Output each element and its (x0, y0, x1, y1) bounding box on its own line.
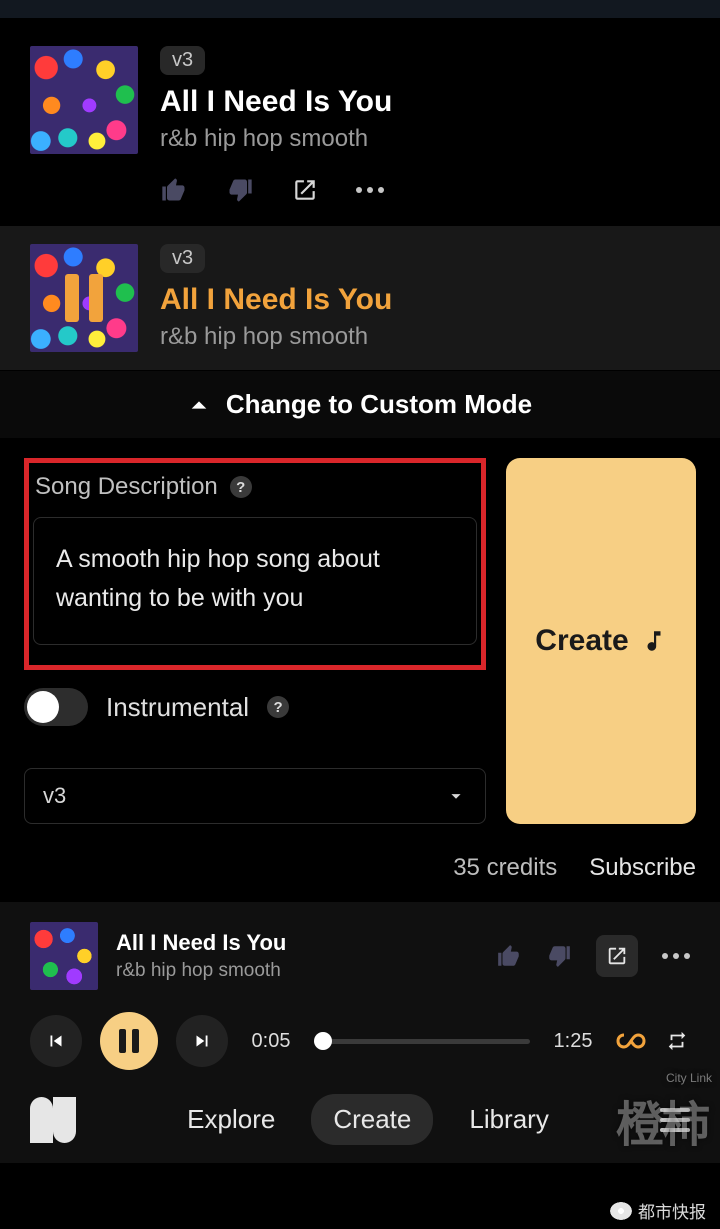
music-note-icon (641, 628, 667, 654)
nav-create[interactable]: Create (311, 1094, 433, 1145)
nav-library[interactable]: Library (447, 1094, 570, 1145)
now-playing-tags: r&b hip hop smooth (116, 960, 478, 982)
create-button-label: Create (535, 624, 628, 658)
help-icon[interactable]: ? (230, 476, 252, 498)
highlight-song-description: Song Description ? A smooth hip hop song… (24, 458, 486, 670)
song-tags: r&b hip hop smooth (160, 125, 690, 153)
menu-icon[interactable] (660, 1108, 690, 1132)
version-badge: v3 (160, 46, 205, 75)
credits-text: 35 credits (453, 854, 557, 882)
create-button[interactable]: Create (506, 458, 696, 824)
song-title: All I Need Is You (160, 283, 690, 317)
weibo-icon (610, 1202, 632, 1220)
previous-button[interactable] (30, 1015, 82, 1067)
thumbs-down-icon[interactable] (546, 943, 572, 969)
now-playing-cover[interactable] (30, 922, 98, 990)
song-card[interactable]: v3 All I Need Is You r&b hip hop smooth (0, 18, 720, 168)
album-cover[interactable] (30, 244, 138, 352)
repeat-icon[interactable] (664, 1030, 690, 1052)
current-time: 0:05 (246, 1030, 296, 1053)
version-selected-value: v3 (43, 783, 66, 809)
source-attribution: 都市快报 (610, 1198, 706, 1223)
thumbs-down-icon[interactable] (226, 176, 254, 204)
version-badge: v3 (160, 244, 205, 273)
chevron-up-icon (188, 394, 210, 416)
skip-next-icon (191, 1030, 213, 1052)
now-playing-title: All I Need Is You (116, 930, 478, 956)
instrumental-toggle[interactable] (24, 688, 88, 726)
seek-thumb[interactable] (314, 1032, 332, 1050)
duration: 1:25 (548, 1030, 598, 1053)
album-cover[interactable] (30, 46, 138, 154)
thumbs-up-icon[interactable] (160, 176, 188, 204)
app-logo-icon[interactable] (30, 1097, 76, 1143)
thumbs-up-icon[interactable] (496, 943, 522, 969)
share-button[interactable] (596, 935, 638, 977)
subscribe-link[interactable]: Subscribe (589, 854, 696, 882)
pause-icon (119, 1029, 139, 1053)
song-tags: r&b hip hop smooth (160, 323, 690, 351)
custom-mode-label: Change to Custom Mode (226, 389, 532, 420)
song-description-input[interactable]: A smooth hip hop song about wanting to b… (33, 517, 477, 645)
next-button[interactable] (176, 1015, 228, 1067)
share-icon (606, 945, 628, 967)
song-title: All I Need Is You (160, 85, 690, 119)
nav-explore[interactable]: Explore (165, 1094, 297, 1145)
bottom-nav: Explore Create Library (0, 1070, 720, 1163)
skip-previous-icon (45, 1030, 67, 1052)
seek-bar[interactable] (314, 1039, 530, 1044)
version-select[interactable]: v3 (24, 768, 486, 824)
song-description-label: Song Description (35, 473, 218, 501)
instrumental-label: Instrumental (106, 692, 249, 723)
change-to-custom-mode-button[interactable]: Change to Custom Mode (0, 370, 720, 438)
play-pause-button[interactable] (100, 1012, 158, 1070)
help-icon[interactable]: ? (267, 696, 289, 718)
now-playing-bar: All I Need Is You r&b hip hop smooth 0:0… (0, 902, 720, 1070)
pause-overlay-icon (63, 274, 105, 322)
song-card-selected[interactable]: v3 All I Need Is You r&b hip hop smooth (0, 226, 720, 370)
share-icon[interactable] (292, 177, 318, 203)
more-options-icon[interactable] (662, 953, 690, 959)
infinity-icon[interactable] (616, 1031, 646, 1051)
more-options-icon[interactable] (356, 187, 384, 193)
chevron-down-icon (445, 785, 467, 807)
